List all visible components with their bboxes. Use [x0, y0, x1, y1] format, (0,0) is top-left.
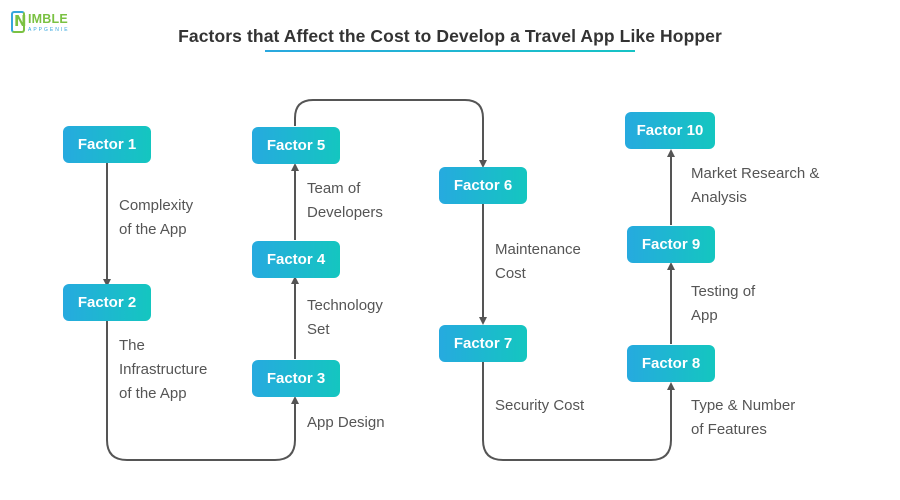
factor-6-description: Maintenance Cost — [495, 238, 581, 286]
description-line: Testing of — [691, 283, 756, 300]
description-line: Analysis — [691, 189, 747, 206]
factor-3-box: Factor 3 — [252, 360, 340, 397]
factor-5-box: Factor 5 — [252, 127, 340, 164]
factor-7-description: Security Cost — [495, 394, 584, 418]
description-line: Set — [307, 321, 330, 338]
description-line: of the App — [119, 385, 187, 402]
factor-5-description: Team of Developers — [307, 177, 383, 225]
description-line: Infrastructure — [119, 361, 208, 378]
description-line: Security Cost — [495, 397, 585, 414]
description-line: Team of — [307, 180, 361, 197]
factor-8-box: Factor 8 — [627, 345, 715, 382]
factor-9-box: Factor 9 — [627, 226, 715, 263]
factor-2-description: The Infrastructure of the App — [119, 334, 207, 406]
description-line: of Features — [691, 421, 767, 438]
factor-1-box: Factor 1 — [63, 126, 151, 163]
factor-7-box: Factor 7 — [439, 325, 527, 362]
factor-6-box: Factor 6 — [439, 167, 527, 204]
factor-8-description: Type & Number of Features — [691, 394, 795, 442]
description-line: Market Research & — [691, 165, 820, 182]
factor-10-description: Market Research & Analysis — [691, 162, 819, 210]
factor-10-box: Factor 10 — [625, 112, 715, 149]
description-line: Maintenance — [495, 241, 581, 258]
description-line: Technology — [307, 297, 383, 314]
description-line: App — [691, 307, 718, 324]
description-line: Type & Number — [691, 397, 796, 414]
factor-4-description: Technology Set — [307, 294, 383, 342]
description-line: Developers — [307, 204, 383, 221]
description-line: The — [119, 337, 145, 354]
factor-2-box: Factor 2 — [63, 284, 151, 321]
description-line: of the App — [119, 221, 187, 238]
description-line: Cost — [495, 265, 526, 282]
factor-9-description: Testing of App — [691, 280, 755, 328]
factor-1-description: Complexity of the App — [119, 194, 193, 242]
description-line: Complexity — [119, 197, 194, 214]
factor-4-box: Factor 4 — [252, 241, 340, 278]
description-line: App Design — [307, 414, 385, 431]
factor-3-description: App Design — [307, 411, 385, 435]
